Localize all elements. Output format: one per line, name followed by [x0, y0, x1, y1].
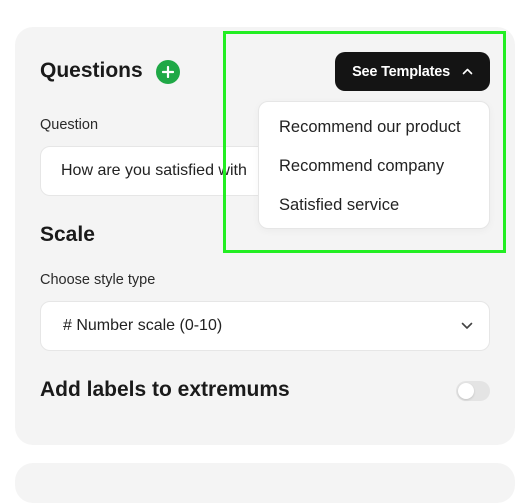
template-option-recommend-product[interactable]: Recommend our product: [259, 108, 489, 147]
question-label: Question: [40, 117, 99, 133]
question-input[interactable]: [40, 146, 280, 196]
add-question-button[interactable]: [156, 60, 180, 84]
template-option-satisfied-service[interactable]: Satisfied service: [259, 186, 489, 225]
selected-style-value: # Number scale (0-10): [63, 317, 223, 334]
chevron-up-icon: [462, 68, 473, 75]
scale-title: Scale: [40, 223, 95, 246]
plus-icon: [162, 66, 174, 78]
questions-title: Questions: [40, 59, 143, 82]
templates-dropdown: Recommend our product Recommend company …: [258, 101, 490, 229]
template-option-recommend-company[interactable]: Recommend company: [259, 147, 489, 186]
toggle-knob: [458, 383, 474, 399]
see-templates-button[interactable]: See Templates: [335, 52, 490, 91]
style-type-select[interactable]: # Number scale (0-10): [40, 301, 490, 351]
next-card: [15, 463, 515, 503]
extremums-label: Add labels to extremums: [40, 378, 290, 401]
chevron-down-icon: [461, 322, 473, 329]
style-type-label: Choose style type: [40, 272, 156, 288]
extremums-toggle[interactable]: [456, 381, 490, 401]
see-templates-label: See Templates: [352, 63, 450, 80]
